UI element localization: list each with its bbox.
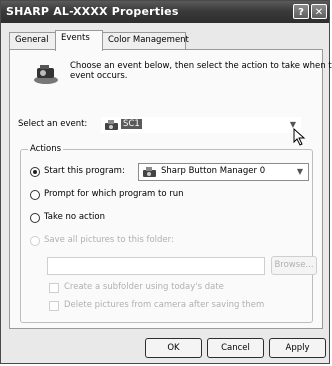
- start-program-label: Start this program:: [44, 166, 125, 176]
- events-panel: Choose an event below, then select the a…: [9, 49, 332, 329]
- delete-pictures-checkbox[interactable]: [49, 301, 59, 311]
- prompt-program-radio[interactable]: [30, 190, 40, 200]
- tab-color-management[interactable]: Color Management: [102, 32, 189, 49]
- properties-dialog: SHARP AL-XXXX Properties ? ✕ General Eve…: [0, 0, 332, 364]
- ok-button[interactable]: OK: [145, 338, 202, 358]
- scanner-camera-icon: [34, 65, 58, 84]
- save-pictures-label: Save all pictures to this folder:: [44, 235, 174, 245]
- actions-group: Actions Start this program: Sharp Button…: [20, 144, 317, 323]
- save-pictures-radio[interactable]: [30, 236, 40, 246]
- folder-path-input[interactable]: [47, 257, 265, 275]
- title-bar[interactable]: SHARP AL-XXXX Properties ? ✕: [1, 1, 329, 23]
- apply-button[interactable]: Apply: [269, 338, 326, 358]
- delete-pictures-label: Delete pictures from camera after saving…: [64, 300, 265, 310]
- intro-text-line2: event occurs.: [70, 71, 128, 81]
- create-subfolder-checkbox[interactable]: [49, 283, 59, 293]
- chevron-down-icon[interactable]: ▼: [293, 165, 307, 179]
- take-no-action-radio[interactable]: [30, 213, 40, 223]
- event-select-value: SC1: [121, 119, 142, 129]
- select-event-label: Select an event:: [18, 119, 88, 129]
- window-title: SHARP AL-XXXX Properties: [6, 5, 179, 18]
- program-select[interactable]: Sharp Button Manager 0 ▼: [138, 163, 309, 181]
- prompt-program-label: Prompt for which program to run: [44, 189, 184, 199]
- tab-color-management-label: Color Management: [108, 35, 189, 45]
- tab-general-label: General: [15, 35, 49, 45]
- tab-general[interactable]: General: [9, 32, 56, 49]
- start-program-radio[interactable]: [30, 167, 40, 177]
- cancel-button[interactable]: Cancel: [207, 338, 264, 358]
- actions-group-title: Actions: [28, 144, 64, 154]
- help-button[interactable]: ?: [293, 4, 309, 19]
- program-select-value: Sharp Button Manager 0: [161, 166, 266, 176]
- scanner-icon: [143, 167, 156, 177]
- browse-button[interactable]: Browse...: [271, 256, 317, 275]
- create-subfolder-label: Create a subfolder using today's date: [64, 282, 224, 292]
- take-no-action-label: Take no action: [44, 212, 105, 222]
- scanner-icon: [105, 120, 118, 130]
- tab-events[interactable]: Events: [55, 30, 103, 51]
- intro-text-line1: Choose an event below, then select the a…: [70, 61, 332, 71]
- mouse-cursor-icon: [293, 128, 306, 146]
- event-select[interactable]: SC1 ▼: [100, 116, 302, 134]
- tab-events-label: Events: [61, 33, 90, 43]
- close-button[interactable]: ✕: [311, 4, 327, 19]
